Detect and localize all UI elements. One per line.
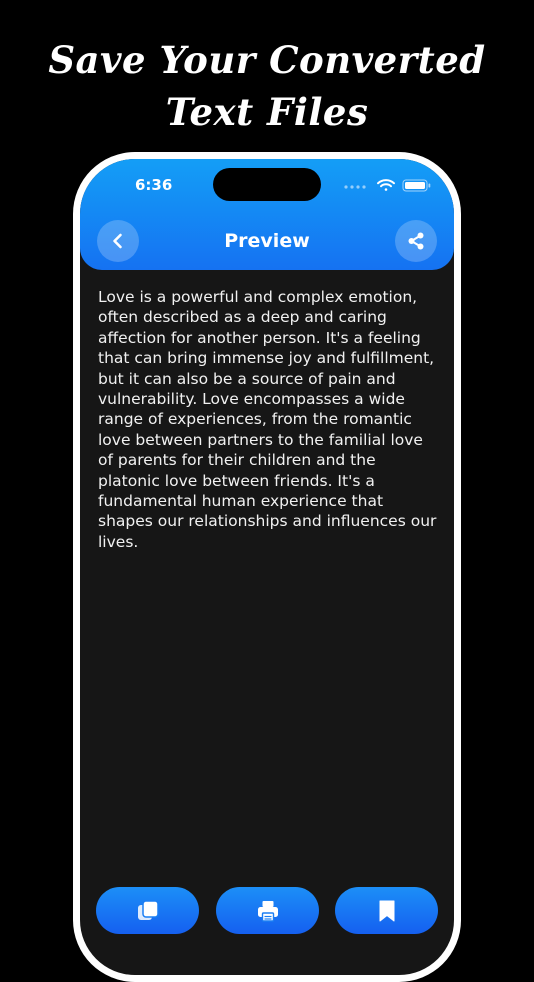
status-icons <box>343 178 433 192</box>
chevron-left-icon <box>113 233 122 249</box>
promo-headline-line2: Text Files <box>165 90 369 134</box>
copy-icon <box>137 899 159 920</box>
printer-icon <box>257 900 278 922</box>
app-header: 6:36 Preview <box>80 159 454 270</box>
wifi-icon <box>377 179 395 191</box>
phone-screen: 6:36 Preview Love is a powerful and comp… <box>80 159 454 975</box>
copy-button[interactable] <box>96 887 199 934</box>
preview-text: Love is a powerful and complex emotion, … <box>98 288 437 551</box>
battery-icon <box>402 179 431 192</box>
page-title: Preview <box>224 230 310 252</box>
promo-headline: Save Your Converted Text Files <box>0 34 534 138</box>
share-button[interactable] <box>395 220 437 262</box>
share-icon <box>408 232 424 250</box>
bookmark-button[interactable] <box>335 887 438 934</box>
cellular-icon <box>344 185 366 189</box>
promo-headline-line1: Save Your Converted <box>48 38 486 82</box>
back-button[interactable] <box>97 220 139 262</box>
bookmark-icon <box>379 900 394 921</box>
print-button[interactable] <box>216 887 319 934</box>
dynamic-island <box>213 168 321 201</box>
phone-frame: 6:36 Preview Love is a powerful and comp… <box>73 152 461 982</box>
status-time: 6:36 <box>135 176 173 194</box>
